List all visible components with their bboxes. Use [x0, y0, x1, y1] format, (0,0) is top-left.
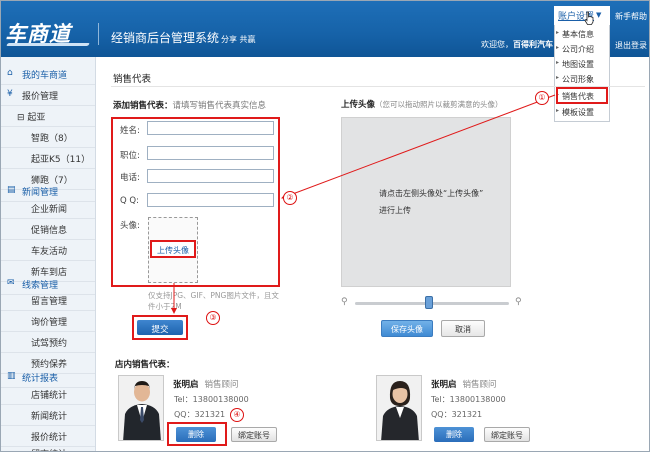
- rep-name: 张明启 销售顾问: [173, 378, 239, 390]
- submit-button[interactable]: 提交: [137, 320, 183, 335]
- home-icon: ⌂: [7, 68, 13, 78]
- add-section-label: 添加销售代表：请填写销售代表真实信息: [113, 99, 266, 111]
- system-title: 经销商后台管理系统 分享 共赢: [111, 29, 256, 46]
- chat-icon: ✉: [7, 278, 15, 288]
- bind-account-button[interactable]: 绑定账号: [484, 427, 530, 442]
- sidebar-item-k5[interactable]: 起亚K5（11）: [1, 147, 95, 169]
- rep-qq: QQ：321321: [431, 410, 483, 419]
- store-reps-title: 店内销售代表：: [115, 360, 175, 370]
- save-avatar-button[interactable]: 保存头像: [381, 320, 433, 337]
- sidebar-item-company-news[interactable]: 企业新闻: [1, 197, 95, 219]
- qq-field[interactable]: [147, 193, 274, 207]
- title-divider: [111, 86, 645, 87]
- sidebar-item-kia[interactable]: ⊟ 起亚: [1, 105, 95, 127]
- sidebar-item-store-stats[interactable]: 店铺统计: [1, 383, 95, 405]
- rep-name-text: 张明启: [431, 380, 457, 390]
- page-title: 销售代表: [113, 74, 152, 85]
- hand-cursor-icon: [584, 11, 594, 25]
- sidebar-item-test-drive[interactable]: 试驾预约: [1, 331, 95, 353]
- news-icon: ▤: [7, 185, 16, 195]
- rep-name: 张明启 销售顾问: [431, 378, 497, 390]
- welcome-user: 百得利汽车: [513, 40, 553, 49]
- zoom-slider-handle[interactable]: [425, 296, 433, 309]
- avatar-panel-title: 上传头像（您可以拖动照片以裁剪满意的头像）: [341, 98, 503, 110]
- sidebar-item-messages[interactable]: 留言管理: [1, 289, 95, 311]
- position-label: 职位:: [120, 151, 140, 161]
- sidebar-item-label: 起亚: [27, 113, 46, 123]
- zoom-out-icon[interactable]: ⚲: [341, 297, 348, 307]
- avatar-instruction-line2: 进行上传: [379, 206, 411, 215]
- position-field[interactable]: [147, 146, 274, 160]
- avatar-panel-title-text: 上传头像: [341, 100, 376, 110]
- rep-name-text: 张明启: [173, 380, 199, 390]
- qq-label: Q Q:: [120, 196, 139, 206]
- rep-title: 销售顾问: [462, 380, 497, 390]
- callout-3: ③: [206, 311, 220, 325]
- welcome-prefix: 欢迎您，: [481, 40, 513, 49]
- add-section-title: 添加销售代表：: [113, 101, 173, 111]
- welcome-text: 欢迎您，百得利汽车: [481, 39, 553, 50]
- menu-item-company-intro[interactable]: 公司介绍: [555, 42, 611, 58]
- header-divider: [98, 23, 99, 45]
- system-subtitle: 分享 共赢: [221, 35, 256, 44]
- callout-1: ①: [535, 91, 549, 105]
- menu-item-basic-info[interactable]: 基本信息: [555, 27, 611, 43]
- avatar-instructions: 请点击左侧头像处“上传头像” 进行上传: [379, 185, 483, 219]
- sidebar-item-car-events[interactable]: 车友活动: [1, 239, 95, 261]
- collapse-icon: ⊟: [17, 113, 25, 123]
- sidebar-item-label: 报价管理: [22, 92, 59, 102]
- highlight-box-delete: [167, 422, 227, 446]
- avatar-instruction-line1: 请点击左侧头像处“上传头像”: [379, 189, 484, 198]
- phone-label: 电话:: [120, 173, 140, 183]
- sidebar-item-price-management[interactable]: ¥ 报价管理: [1, 84, 95, 106]
- account-settings-menu[interactable]: 账户设置 ▼: [554, 6, 610, 26]
- logout-link[interactable]: 退出登录: [615, 40, 647, 51]
- name-field[interactable]: [147, 121, 274, 135]
- sidebar-item-message-stats[interactable]: 留言统计: [1, 442, 95, 451]
- callout-4: ④: [230, 408, 244, 422]
- logo-swoosh: [6, 43, 90, 46]
- rep-tel: Tel：13800138000: [174, 395, 249, 404]
- chevron-down-icon: ▼: [596, 11, 602, 19]
- yen-icon: ¥: [7, 89, 13, 99]
- top-header: 车商道 经销商后台管理系统 分享 共赢 欢迎您，百得利汽车 新手帮助 退出登录: [1, 1, 649, 57]
- rep-photo-female: [376, 375, 422, 441]
- upload-note: 仅支持JPG、GIF、PNG图片文件，且文件小于2M: [148, 291, 279, 311]
- rep-photo-male: [118, 375, 164, 441]
- phone-field[interactable]: [147, 169, 274, 183]
- cancel-button[interactable]: 取消: [441, 320, 485, 337]
- rep-qq: QQ：321321: [174, 410, 226, 419]
- add-section-hint: 请填写销售代表真实信息: [172, 101, 267, 111]
- rep-tel: Tel：13800138000: [431, 395, 506, 404]
- help-link[interactable]: 新手帮助: [615, 11, 647, 22]
- avatar-label: 头像:: [120, 221, 140, 231]
- rep-title: 销售顾问: [204, 380, 239, 390]
- name-label: 姓名:: [120, 126, 140, 136]
- sidebar-item-sportage[interactable]: 智跑（8）: [1, 126, 95, 148]
- upload-avatar-button[interactable]: 上传头像: [150, 240, 196, 258]
- sidebar: ⌂ 我的车商道 ¥ 报价管理 ⊟ 起亚 智跑（8） 起亚K5（11） 狮跑（7） ▤…: [1, 57, 96, 451]
- sidebar-item-label: 我的车商道: [22, 71, 68, 81]
- system-title-text: 经销商后台管理系统: [111, 31, 220, 45]
- delete-rep-button[interactable]: 删除: [434, 427, 474, 442]
- zoom-in-icon[interactable]: ⚲: [515, 297, 522, 307]
- bind-account-button[interactable]: 绑定账号: [231, 427, 277, 442]
- sidebar-item-promotions[interactable]: 促销信息: [1, 218, 95, 240]
- sidebar-item-my-site[interactable]: ⌂ 我的车商道: [1, 63, 95, 85]
- callout-2: ②: [283, 191, 297, 205]
- avatar-panel-hint: （您可以拖动照片以裁剪满意的头像）: [375, 100, 503, 109]
- sidebar-item-inquiries[interactable]: 询价管理: [1, 310, 95, 332]
- stats-icon: ▥: [7, 371, 16, 381]
- sidebar-item-news-stats[interactable]: 新闻统计: [1, 404, 95, 426]
- highlight-box-submit: 提交: [132, 315, 188, 340]
